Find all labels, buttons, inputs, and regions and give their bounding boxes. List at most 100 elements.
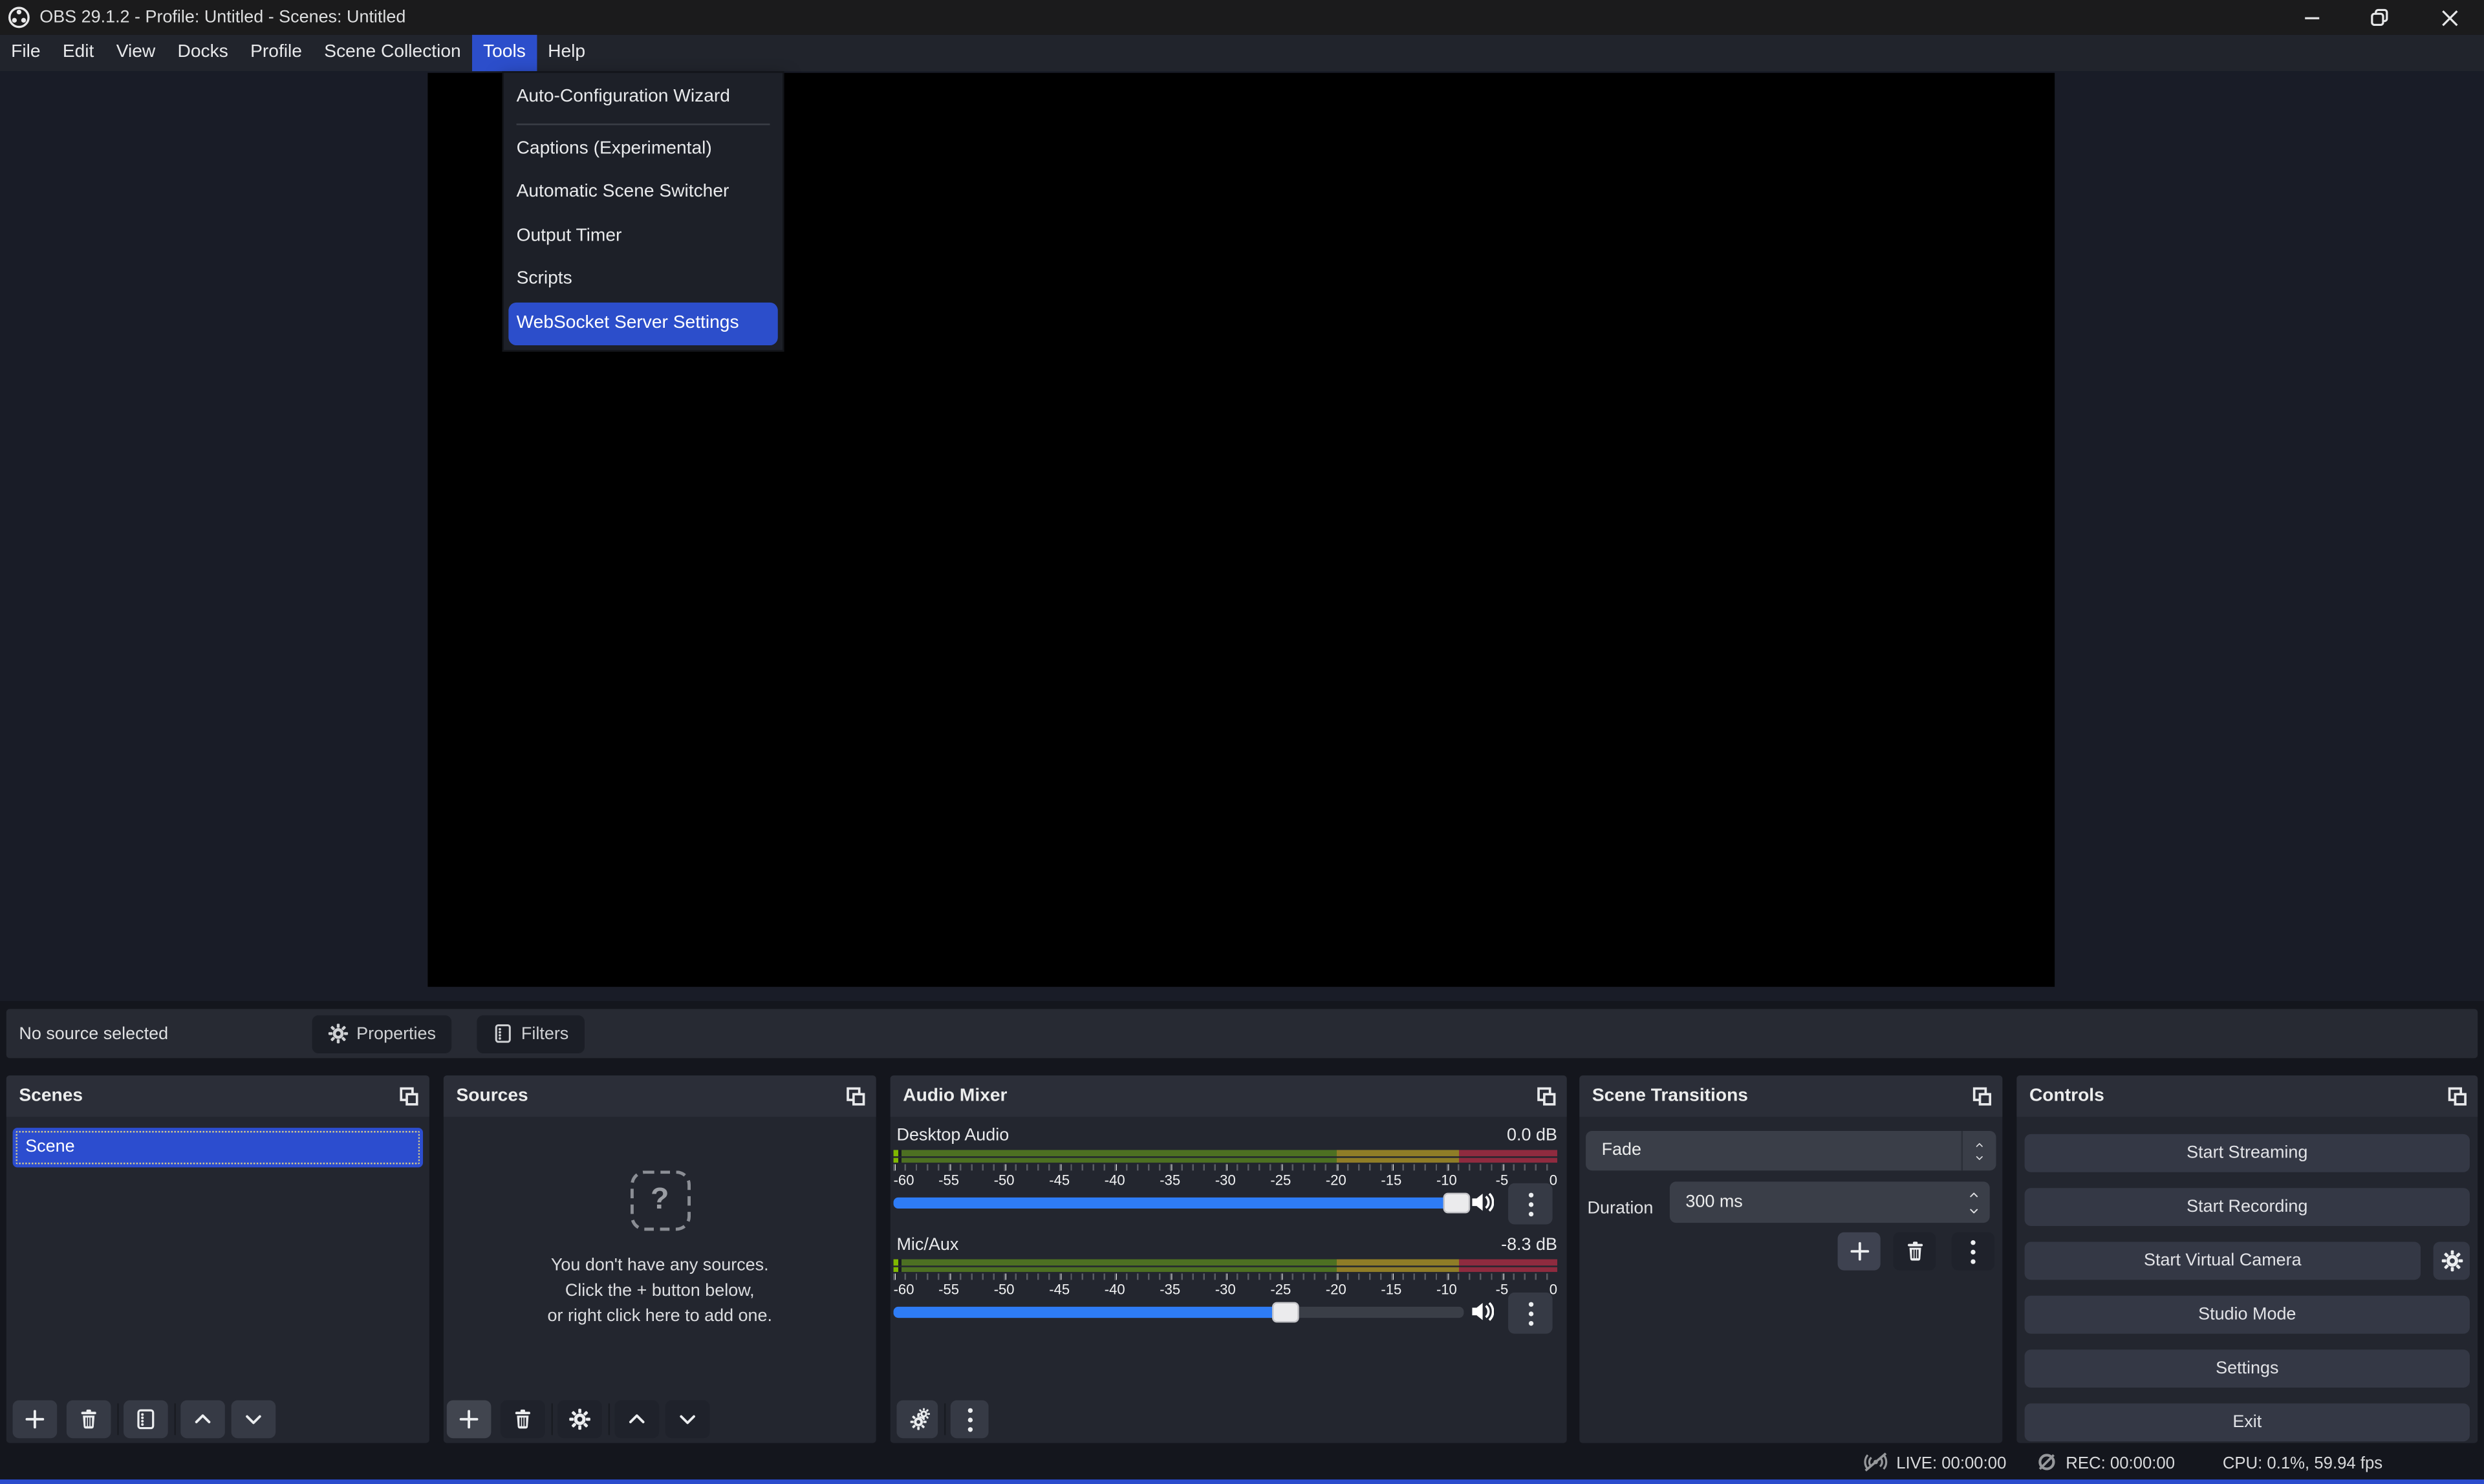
scene-list-item[interactable]: Scene xyxy=(13,1128,423,1167)
popout-icon[interactable] xyxy=(2448,1086,2467,1110)
settings-button[interactable]: Settings xyxy=(2025,1350,2470,1388)
mic-aux-mute-button[interactable] xyxy=(1470,1300,1494,1328)
mic-aux-volume-slider[interactable] xyxy=(894,1307,1464,1318)
duration-spinbox[interactable]: 300 ms xyxy=(1670,1181,1990,1223)
menu-item-scripts[interactable]: Scripts xyxy=(504,258,783,301)
menu-profile[interactable]: Profile xyxy=(239,35,313,71)
controls-body: Start Streaming Start Recording Start Vi… xyxy=(2016,1117,2478,1443)
transition-select[interactable]: Fade xyxy=(1586,1131,1996,1170)
remove-scene-button[interactable] xyxy=(67,1400,111,1438)
rec-timer: REC: 00:00:00 xyxy=(2066,1454,2175,1473)
start-streaming-button[interactable]: Start Streaming xyxy=(2025,1134,2470,1172)
minimize-button[interactable] xyxy=(2284,0,2338,35)
gear-icon xyxy=(568,1408,590,1430)
popout-icon[interactable] xyxy=(1537,1086,1555,1110)
desktop-audio-mute-button[interactable] xyxy=(1470,1191,1494,1218)
menu-view[interactable]: View xyxy=(105,35,167,71)
controls-panel-title: Controls xyxy=(2029,1086,2104,1105)
source-properties-button[interactable] xyxy=(557,1400,602,1438)
meter-bar xyxy=(894,1157,1557,1163)
add-source-button[interactable] xyxy=(447,1400,491,1438)
studio-mode-button[interactable]: Studio Mode xyxy=(2025,1296,2470,1334)
exit-button[interactable]: Exit xyxy=(2025,1403,2470,1441)
sources-panel-title: Sources xyxy=(456,1086,528,1105)
chevron-down-icon xyxy=(243,1408,265,1430)
scene-filters-button[interactable] xyxy=(124,1400,168,1438)
mic-aux-options-button[interactable] xyxy=(1508,1293,1553,1334)
menu-item-websocket-server-settings[interactable]: WebSocket Server Settings xyxy=(508,302,777,345)
mic-aux-db: -8.3 dB xyxy=(1501,1236,1557,1254)
plus-icon xyxy=(1848,1240,1870,1262)
menu-tools[interactable]: Tools xyxy=(472,35,537,71)
move-source-down-button[interactable] xyxy=(665,1400,710,1438)
plus-icon xyxy=(458,1408,480,1430)
obs-main-window: OBS 29.1.2 - Profile: Untitled - Scenes:… xyxy=(0,0,2484,1484)
status-bar: LIVE: 00:00:00 REC: 00:00:00 CPU: 0.1%, … xyxy=(0,1445,2484,1479)
toolbar-divider xyxy=(944,1403,945,1435)
combo-arrows-icon[interactable] xyxy=(1961,1131,1996,1170)
menu-item-automatic-scene-switcher[interactable]: Automatic Scene Switcher xyxy=(504,171,783,215)
filters-label: Filters xyxy=(521,1024,568,1043)
restore-button[interactable] xyxy=(2353,0,2406,35)
menu-separator xyxy=(517,123,770,124)
add-transition-button[interactable] xyxy=(1838,1232,1881,1271)
close-button[interactable] xyxy=(2422,0,2476,35)
transition-options-button[interactable] xyxy=(1952,1232,1994,1271)
sources-panel: Sources ? You don't have any sources. Cl… xyxy=(444,1075,876,1443)
add-scene-button[interactable] xyxy=(13,1400,58,1438)
start-recording-button[interactable]: Start Recording xyxy=(2025,1188,2470,1226)
mic-aux-meter: -60-55-50-45-40-35-30-25-20-15-10-50 xyxy=(894,1259,1557,1297)
popout-icon[interactable] xyxy=(399,1086,418,1110)
filters-button[interactable]: Filters xyxy=(477,1015,584,1053)
spinbox-arrows-icon[interactable] xyxy=(1966,1181,1982,1223)
slider-fill xyxy=(894,1307,1293,1318)
virtual-camera-settings-button[interactable] xyxy=(2434,1242,2470,1280)
remove-transition-button[interactable] xyxy=(1893,1232,1936,1271)
menu-help[interactable]: Help xyxy=(537,35,596,71)
remove-source-button[interactable] xyxy=(501,1400,545,1438)
meter-bar xyxy=(894,1259,1557,1265)
menu-scene-collection[interactable]: Scene Collection xyxy=(313,35,472,71)
menu-bar: File Edit View Docks Profile Scene Colle… xyxy=(0,35,2484,71)
desktop-audio-meter: -60-55-50-45-40-35-30-25-20-15-10-50 xyxy=(894,1150,1557,1188)
obs-logo-icon xyxy=(8,6,30,28)
menu-file[interactable]: File xyxy=(0,35,52,71)
popout-icon[interactable] xyxy=(846,1086,865,1110)
menu-item-captions[interactable]: Captions (Experimental) xyxy=(504,127,783,171)
menu-docks[interactable]: Docks xyxy=(166,35,239,71)
move-source-up-button[interactable] xyxy=(614,1400,659,1438)
start-virtual-camera-button[interactable]: Start Virtual Camera xyxy=(2025,1242,2421,1280)
desktop-audio-volume-slider[interactable] xyxy=(894,1198,1464,1209)
filter-icon xyxy=(493,1023,513,1044)
mic-aux-label: Mic/Aux xyxy=(896,1236,958,1254)
menu-item-output-timer[interactable]: Output Timer xyxy=(504,215,783,258)
slider-handle[interactable] xyxy=(1443,1192,1471,1212)
menu-item-auto-configuration-wizard[interactable]: Auto-Configuration Wizard xyxy=(504,76,783,120)
sources-list[interactable]: ? You don't have any sources. Click the … xyxy=(444,1117,876,1443)
move-scene-up-button[interactable] xyxy=(180,1400,225,1438)
question-mark-icon: ? xyxy=(630,1170,690,1231)
scene-transitions-title: Scene Transitions xyxy=(1592,1086,1748,1105)
move-scene-down-button[interactable] xyxy=(232,1400,276,1438)
slider-fill xyxy=(894,1198,1464,1209)
desktop-audio-label: Desktop Audio xyxy=(896,1126,1009,1145)
audio-mixer-panel: Audio Mixer Desktop Audio 0.0 dB -60-55-… xyxy=(891,1075,1567,1443)
audio-mixer-title: Audio Mixer xyxy=(903,1086,1007,1105)
kebab-icon xyxy=(1971,1240,1975,1264)
scenes-panel: Scenes Scene xyxy=(6,1075,429,1443)
scenes-panel-title: Scenes xyxy=(19,1086,83,1105)
meter-bar xyxy=(894,1150,1557,1156)
sources-empty-state: ? You don't have any sources. Click the … xyxy=(444,1170,876,1329)
toolbar-divider xyxy=(174,1403,175,1435)
mixer-options-button[interactable] xyxy=(951,1400,989,1438)
transition-selected-value: Fade xyxy=(1602,1141,1641,1159)
desktop-audio-options-button[interactable] xyxy=(1508,1183,1553,1225)
slider-handle[interactable] xyxy=(1272,1301,1299,1322)
popout-icon[interactable] xyxy=(1972,1086,1991,1110)
chevron-up-icon xyxy=(626,1408,648,1430)
trash-icon xyxy=(1903,1240,1925,1262)
advanced-audio-properties-button[interactable] xyxy=(896,1400,938,1438)
source-toolbar: No source selected Properties Filters xyxy=(6,1009,2478,1058)
properties-button[interactable]: Properties xyxy=(312,1015,452,1053)
menu-edit[interactable]: Edit xyxy=(52,35,105,71)
